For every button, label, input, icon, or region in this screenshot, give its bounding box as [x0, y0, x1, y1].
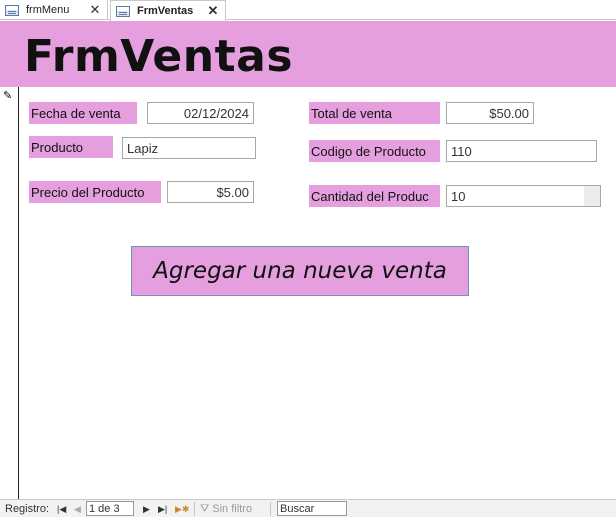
next-record-icon[interactable]: ▶ [143, 502, 150, 516]
form-title: FrmVentas [24, 31, 294, 82]
record-selector[interactable]: ✎ [0, 87, 19, 499]
codigo-label: Codigo de Producto [309, 140, 440, 162]
total-field[interactable]: $50.00 [446, 102, 534, 124]
divider [194, 502, 195, 516]
first-record-icon[interactable]: |◀ [57, 502, 66, 516]
cantidad-label: Cantidad del Produc [309, 185, 440, 207]
tab-label: FrmVentas [137, 5, 194, 17]
record-navigation-bar: Registro: |◀ ◀ 1 de 3 ▶ ▶| ▶✱ ⛛ Sin filt… [0, 499, 616, 517]
form-icon [5, 4, 19, 16]
producto-label: Producto [29, 136, 113, 158]
precio-label: Precio del Producto [29, 181, 161, 203]
last-record-icon[interactable]: ▶| [158, 502, 167, 516]
filter-status[interactable]: ⛛ Sin filtro [200, 502, 252, 516]
records-label: Registro: [5, 503, 50, 515]
search-input[interactable]: Buscar [277, 501, 347, 516]
codigo-field[interactable]: 110 [446, 140, 597, 162]
fecha-field[interactable]: 02/12/2024 [147, 102, 254, 124]
previous-record-icon[interactable]: ◀ [74, 502, 81, 516]
document-tab-bar: frmMenu ✕ FrmVentas ✕ [0, 0, 616, 21]
tab-frmmenu[interactable]: frmMenu ✕ [0, 0, 108, 20]
add-sale-button[interactable]: Agregar una nueva venta [131, 246, 469, 296]
form-header: FrmVentas [0, 21, 616, 87]
record-position-field[interactable]: 1 de 3 [86, 501, 134, 516]
pencil-icon: ✎ [3, 90, 13, 102]
form-icon [116, 5, 130, 17]
tab-frmventas[interactable]: FrmVentas ✕ [110, 0, 226, 21]
fecha-label: Fecha de venta [29, 102, 137, 124]
filter-icon: ⛛ [200, 502, 210, 515]
producto-field[interactable]: Lapiz [122, 137, 256, 159]
access-form-window: frmMenu ✕ FrmVentas ✕ FrmVentas ✎ Fecha … [0, 0, 616, 517]
close-icon[interactable]: ✕ [206, 3, 220, 19]
cantidad-field[interactable]: 10 [446, 185, 601, 207]
tab-label: frmMenu [26, 4, 70, 16]
precio-field[interactable]: $5.00 [167, 181, 254, 203]
filter-label: Sin filtro [212, 503, 252, 515]
close-icon[interactable]: ✕ [88, 2, 102, 18]
total-label: Total de venta [309, 102, 440, 124]
new-record-icon[interactable]: ▶✱ [175, 502, 189, 516]
divider [270, 502, 271, 516]
